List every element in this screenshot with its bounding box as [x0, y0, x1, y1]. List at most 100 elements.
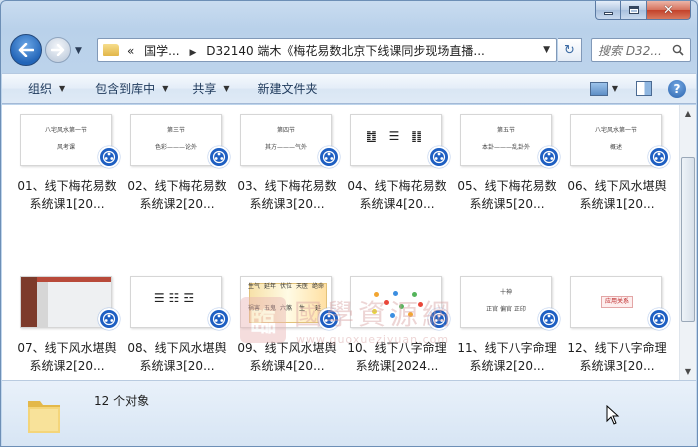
diagram-dot	[389, 312, 395, 318]
video-player-icon	[208, 308, 230, 330]
thumbnail-title: 十神	[499, 289, 512, 296]
video-player-icon	[648, 146, 670, 168]
thumbnail-cell: 天医	[295, 283, 308, 290]
explorer-window: ✕ ▼ « 国学... ▶ D32140 端木《梅花易数北京下线课同步现场直播.…	[0, 0, 698, 447]
scrollbar-thumb[interactable]	[681, 157, 695, 322]
hexagram-symbols: ☰☷☲	[153, 291, 199, 305]
video-player-icon	[428, 146, 450, 168]
thumbnail-subtitle: 色彩———论外	[154, 144, 197, 151]
video-player-icon	[538, 146, 560, 168]
folder-icon	[103, 44, 119, 56]
change-view-icon[interactable]	[589, 81, 608, 96]
file-name[interactable]: 06、线下风水堪舆系统课1[20...	[562, 177, 672, 213]
thumbnail-cell: 六煞	[279, 305, 292, 312]
file-item[interactable]: 第三节色彩———论外 02、线下梅花易数系统课2[20...	[122, 111, 232, 261]
caption-buttons: ✕	[595, 1, 691, 21]
file-name[interactable]: 12、线下八字命理系统课3[20...	[562, 339, 672, 375]
diagram-dot	[392, 291, 398, 297]
thumbnail-cell: 祸害	[247, 305, 260, 312]
file-name[interactable]: 07、线下风水堪舆系统课2[20...	[12, 339, 122, 375]
organize-label: 组织	[28, 82, 53, 96]
scroll-up-icon[interactable]: ▲	[680, 105, 696, 122]
include-in-library-label: 包含到库中	[95, 82, 156, 96]
vertical-scrollbar[interactable]: ▲ ▼	[679, 105, 696, 380]
video-player-icon	[648, 308, 670, 330]
help-icon[interactable]: ?	[668, 79, 686, 98]
breadcrumb-item-current[interactable]: D32140 端木《梅花易数北京下线课同步现场直播...	[206, 44, 485, 58]
folder-icon	[28, 401, 60, 433]
breadcrumb: « 国学... ▶ D32140 端木《梅花易数北京下线课同步现场直播...	[127, 42, 485, 59]
file-item[interactable]: 八宅风水第一节 概述 06、线下风水堪舆系统课1[20...	[562, 111, 672, 261]
thumbnail-title: 八宅风水第一节	[44, 127, 87, 134]
file-name[interactable]: 05、线下梅花易数系统课5[20...	[452, 177, 562, 213]
video-player-icon	[318, 146, 340, 168]
close-icon: ✕	[663, 2, 674, 18]
file-view: 八宅风水第一节 风考课 01、线下梅花易数系统课1[20... 第三节色彩———论外 0…	[2, 105, 696, 380]
scroll-down-icon[interactable]: ▼	[680, 363, 696, 380]
file-item[interactable]: 第五节 本卦———乱卦外 05、线下梅花易数系统课5[20...	[452, 111, 562, 261]
diagram-dot	[372, 308, 378, 314]
minimize-icon	[603, 11, 613, 15]
new-folder-label: 新建文件夹	[257, 82, 318, 96]
view-options-dropdown[interactable]: ▼	[612, 84, 618, 93]
new-folder-button[interactable]: 新建文件夹	[242, 74, 330, 103]
thumbnail-subtitle: 正官 偏官 正印	[486, 306, 526, 313]
share-menu[interactable]: 共享 ▼	[180, 74, 241, 103]
file-name[interactable]: 02、线下梅花易数系统课2[20...	[122, 177, 232, 213]
organize-menu[interactable]: 组织 ▼	[2, 74, 77, 103]
maximize-button[interactable]	[621, 1, 647, 20]
preview-pane-icon[interactable]	[636, 81, 652, 96]
thumbnail-diagram	[365, 285, 427, 319]
recent-pages-dropdown[interactable]: ▼	[75, 46, 85, 56]
include-in-library-menu[interactable]: 包含到库中 ▼	[77, 74, 180, 103]
file-name[interactable]: 04、线下梅花易数系统课4[20...	[342, 177, 452, 213]
thumbnail-title: 第四节	[276, 127, 295, 134]
chevron-down-icon: ▼	[223, 84, 230, 93]
address-bar[interactable]: « 国学... ▶ D32140 端木《梅花易数北京下线课同步现场直播... ▼	[97, 38, 557, 62]
search-icon[interactable]	[672, 44, 684, 56]
video-player-icon	[428, 308, 450, 330]
diagram-dot	[408, 312, 414, 318]
thumbnail-cell: 生气	[247, 283, 260, 290]
diagram-dot	[374, 291, 380, 297]
mouse-cursor-icon	[606, 405, 620, 425]
refresh-icon: ↻	[564, 42, 575, 58]
forward-button[interactable]	[45, 37, 71, 63]
file-item[interactable]: 第四节其方———气外 03、线下梅花易数系统课3[20...	[232, 111, 342, 261]
thumbnail-cell: 五鬼	[263, 305, 276, 312]
breadcrumb-overflow[interactable]: «	[127, 44, 134, 58]
maximize-icon	[628, 6, 639, 14]
thumbnail-subtitle: 其方———气外	[264, 144, 307, 151]
thumbnail-table: 生气 延年 伏位 天医 绝命 祸害 五鬼 六煞生延	[247, 281, 325, 323]
file-grid: 八宅风水第一节 风考课 01、线下梅花易数系统课1[20... 第三节色彩———论外 0…	[12, 111, 672, 423]
file-name[interactable]: 01、线下梅花易数系统课1[20...	[12, 177, 122, 213]
search-input[interactable]: 搜索 D32...	[598, 42, 668, 59]
file-item[interactable]: ䷂ ☰ ䷁ 04、线下梅花易数系统课4[20...	[342, 111, 452, 261]
diagram-dot	[411, 292, 417, 298]
file-name[interactable]: 03、线下梅花易数系统课3[20...	[232, 177, 342, 213]
hexagram-symbols: ䷂ ☰ ䷁	[366, 129, 426, 143]
video-player-icon	[318, 308, 340, 330]
thumbnail-cell: 伏位	[279, 283, 292, 290]
file-name[interactable]: 11、线下八字命理系统课2[20...	[452, 339, 562, 375]
file-name[interactable]: 10、线下八字命理系统课[2024...	[342, 339, 452, 375]
file-item[interactable]: 八宅风水第一节 风考课 01、线下梅花易数系统课1[20...	[12, 111, 122, 261]
address-dropdown-icon[interactable]: ▼	[543, 45, 550, 55]
breadcrumb-item-parent[interactable]: 国学...	[144, 44, 179, 58]
breadcrumb-separator-icon[interactable]: ▶	[189, 48, 196, 58]
share-label: 共享	[192, 82, 217, 96]
file-name[interactable]: 09、线下风水堪舆系统课4[20...	[232, 339, 342, 375]
file-name[interactable]: 08、线下风水堪舆系统课3[20...	[122, 339, 232, 375]
thumbnail-title: 第三节	[166, 127, 185, 134]
thumbnail-title: 应用关系	[601, 296, 633, 308]
item-count: 12 个对象	[94, 394, 150, 408]
thumbnail-title: 第五节	[496, 127, 515, 134]
search-box[interactable]: 搜索 D32...	[591, 38, 691, 62]
chevron-down-icon: ▼	[59, 84, 66, 93]
minimize-button[interactable]	[595, 1, 621, 20]
close-button[interactable]: ✕	[647, 1, 691, 20]
diagram-dot	[399, 303, 405, 309]
video-player-icon	[98, 146, 120, 168]
back-button[interactable]	[10, 34, 42, 66]
refresh-button[interactable]: ↻	[558, 38, 582, 62]
